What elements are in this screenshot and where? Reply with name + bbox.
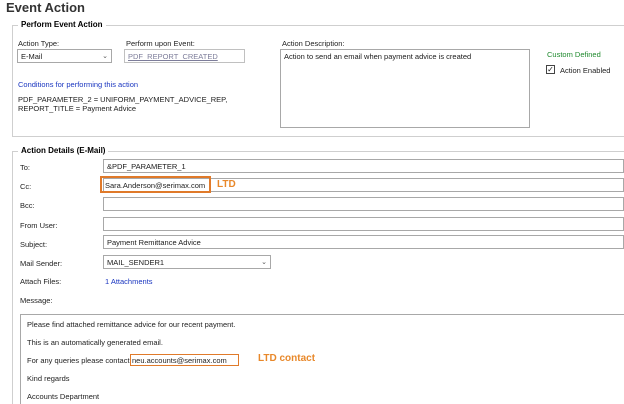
message-line-2: This is an automatically generated email…: [27, 338, 163, 347]
action-type-value: E-Mail: [21, 51, 43, 61]
contact-annotation: LTD contact: [258, 353, 316, 364]
message-line-3: For any queries please contact: [27, 356, 130, 365]
mail-sender-label: Mail Sender:: [20, 259, 63, 268]
subject-field[interactable]: Payment Remittance Advice: [103, 235, 624, 249]
chevron-down-icon: ⌄: [102, 52, 108, 60]
condition-line-1: PDF_PARAMETER_2 = UNIFORM_PAYMENT_ADVICE…: [18, 95, 228, 104]
contact-email: neu.accounts@serimax.com: [132, 356, 227, 365]
message-label: Message:: [20, 296, 53, 305]
mail-sender-value: MAIL_SENDER1: [107, 257, 165, 267]
chevron-down-icon: ⌄: [261, 258, 267, 266]
action-description-field[interactable]: Action to send an email when payment adv…: [280, 49, 530, 128]
perform-event-field[interactable]: PDF_REPORT_CREATED: [124, 49, 245, 63]
conditions-link[interactable]: Conditions for performing this action: [18, 80, 138, 89]
message-line-4: Kind regards: [27, 374, 70, 383]
bcc-label: Bcc:: [20, 201, 35, 210]
message-line-5: Accounts Department: [27, 392, 100, 401]
from-user-label: From User:: [20, 221, 58, 230]
action-type-label: Action Type:: [18, 39, 60, 48]
action-description-label: Action Description:: [282, 39, 345, 48]
cc-label: Cc:: [20, 182, 32, 191]
message-line-1: Please find attached remittance advice f…: [27, 320, 236, 329]
attach-files-label: Attach Files:: [20, 277, 62, 286]
action-enabled-label: Action Enabled: [560, 66, 611, 75]
cc-annotation: LTD: [217, 179, 236, 190]
page-title: Event Action: [6, 0, 85, 15]
subject-label: Subject:: [20, 240, 48, 249]
to-label: To:: [20, 163, 31, 172]
check-icon: ✓: [547, 64, 554, 74]
action-enabled-checkbox[interactable]: ✓: [546, 65, 555, 74]
action-description-value: Action to send an email when payment adv…: [284, 52, 472, 61]
perform-event-label: Perform upon Event:: [126, 39, 195, 48]
action-type-select[interactable]: E-Mail ⌄: [17, 49, 112, 63]
condition-line-2: REPORT_TITLE = Payment Advice: [18, 104, 137, 113]
action-details-title: Action Details (E-Mail): [18, 146, 109, 155]
mail-sender-select[interactable]: MAIL_SENDER1 ⌄: [103, 255, 271, 269]
bcc-field[interactable]: [103, 197, 624, 211]
to-field[interactable]: &PDF_PARAMETER_1: [103, 159, 624, 173]
attachments-link[interactable]: 1 Attachments: [105, 277, 153, 286]
perform-event-action-title: Perform Event Action: [18, 20, 106, 29]
custom-defined-label: Custom Defined: [547, 50, 601, 59]
from-user-field[interactable]: [103, 217, 624, 231]
cc-value: Sara.Anderson@serimax.com: [105, 181, 206, 190]
